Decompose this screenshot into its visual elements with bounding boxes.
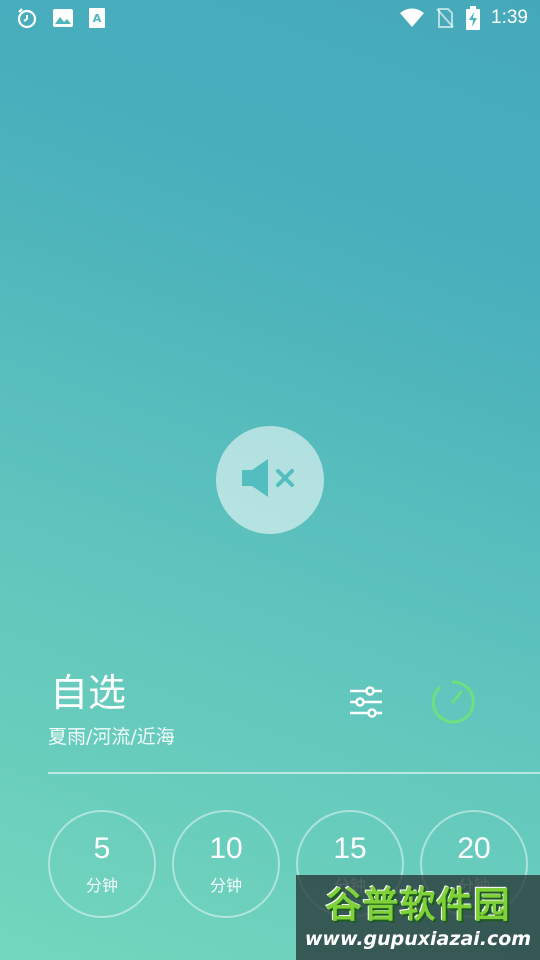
sliders-icon	[348, 684, 384, 724]
divider	[48, 772, 540, 774]
timer-option-5[interactable]: 5 分钟	[48, 810, 156, 918]
timer-button[interactable]	[429, 680, 477, 728]
timer-value: 10	[209, 832, 243, 865]
status-bar: A 1:39	[0, 0, 540, 36]
timer-value: 15	[333, 832, 367, 865]
timer-value: 5	[93, 832, 111, 865]
status-icons-left: A	[16, 7, 120, 29]
preset-sounds-list: 夏雨/河流/近海	[48, 726, 175, 748]
timer-value: 20	[457, 832, 491, 865]
timer-option-10[interactable]: 10 分钟	[172, 810, 280, 918]
timer-unit: 分钟	[85, 876, 118, 895]
timer-unit: 分钟	[209, 876, 242, 895]
watermark-title: 谷普软件园	[325, 884, 511, 926]
timer-icon	[430, 679, 476, 729]
volume-mute-icon	[240, 456, 300, 504]
watermark-url: www.gupuxiazai.com	[304, 927, 532, 950]
status-time: 1:39	[491, 7, 528, 28]
no-sim-icon	[435, 7, 455, 29]
battery-charging-icon	[465, 6, 481, 30]
svg-text:A: A	[93, 12, 102, 25]
wifi-icon	[399, 7, 425, 29]
preset-title: 自选	[50, 671, 127, 715]
image-icon	[52, 7, 74, 29]
watermark: 谷普软件园 www.gupuxiazai.com	[296, 875, 540, 960]
mute-toggle-button[interactable]	[216, 426, 324, 534]
font-icon: A	[88, 7, 106, 29]
status-icons-right: 1:39	[389, 6, 528, 30]
alarm-icon	[16, 7, 38, 29]
mixer-button[interactable]	[346, 684, 386, 724]
